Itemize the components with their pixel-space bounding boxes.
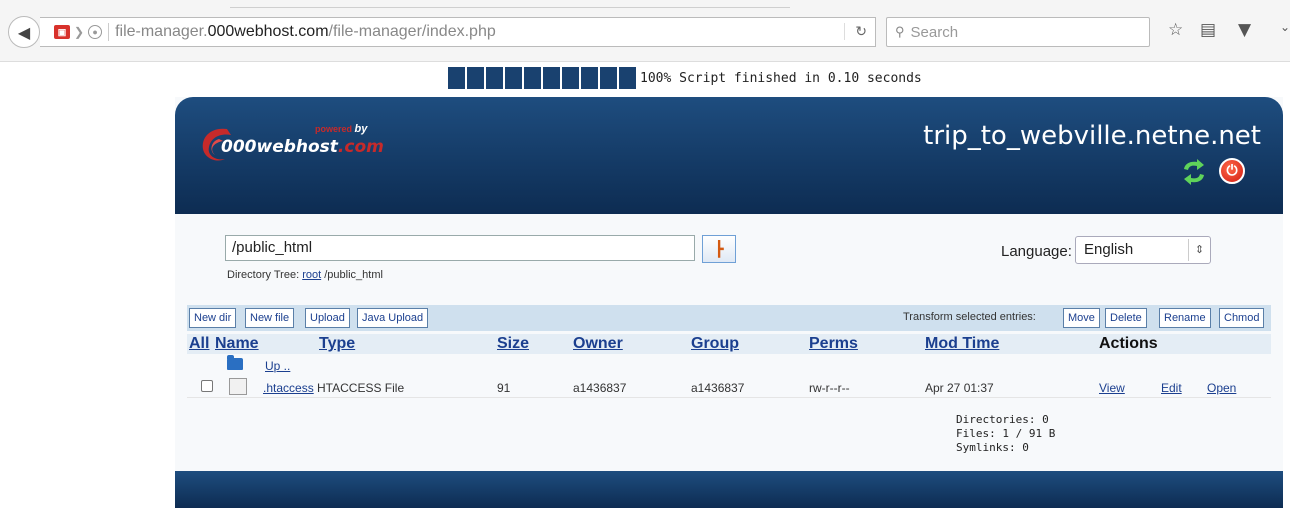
directory-tree-button[interactable]: ┣	[702, 235, 736, 263]
progress-segment	[619, 67, 636, 89]
select-all-link[interactable]: All	[189, 335, 209, 353]
back-button[interactable]: ◀	[8, 16, 40, 48]
edit-link[interactable]: Edit	[1161, 381, 1182, 395]
tree-current-path: /public_html	[324, 269, 383, 281]
chmod-button[interactable]: Chmod	[1219, 308, 1265, 328]
new-file-button[interactable]: New file	[245, 308, 295, 328]
progress-segment	[524, 67, 541, 89]
tree-icon: ┣	[714, 240, 724, 258]
tab-strip	[230, 0, 790, 8]
progress-segment	[467, 67, 484, 89]
directory-tree-label: Directory Tree:	[227, 269, 300, 281]
java-upload-button[interactable]: Java Upload	[357, 308, 429, 328]
path-input[interactable]: /public_html	[225, 235, 695, 261]
language-label: Language:	[1001, 243, 1072, 260]
file-group: a1436837	[691, 381, 745, 395]
sort-size-link[interactable]: Size	[497, 335, 529, 353]
table-header: All Name Type Size Owner Group Perms Mod…	[187, 334, 1271, 354]
url-host: 000webhost.com	[207, 23, 329, 40]
transform-label: Transform selected entries:	[903, 311, 1036, 323]
file-icon	[229, 378, 247, 395]
folder-icon	[227, 355, 243, 370]
panel-header: powered by 000webhost.com trip_to_webvil…	[175, 97, 1283, 214]
search-icon: ⚲	[895, 24, 905, 39]
progress-segment	[486, 67, 503, 89]
url-bar[interactable]: ▣ ❯ ● file-manager. 000webhost.com/file-m…	[40, 17, 876, 47]
parent-directory-row: Up ..	[187, 355, 1271, 374]
progress-segment	[581, 67, 598, 89]
delete-button[interactable]: Delete	[1105, 308, 1147, 328]
action-toolbar: New dir New file Upload Java Upload Tran…	[187, 305, 1271, 331]
url-divider	[108, 23, 110, 41]
sort-group-link[interactable]: Group	[691, 335, 739, 353]
refresh-icon[interactable]	[1179, 157, 1209, 187]
progress-segment	[543, 67, 560, 89]
reload-icon[interactable]: ↻	[844, 23, 867, 40]
site-name: trip_to_webville.netne.net	[923, 121, 1261, 151]
language-select[interactable]: English ⇕	[1075, 236, 1211, 264]
file-manager-panel: powered by 000webhost.com trip_to_webvil…	[175, 97, 1283, 508]
sort-type-link[interactable]: Type	[319, 335, 355, 353]
url-prefix: file-manager.	[115, 23, 208, 40]
file-mod-time: Apr 27 01:37	[925, 381, 994, 395]
sort-mod-time-link[interactable]: Mod Time	[925, 335, 999, 353]
progress-text: 100% Script finished in 0.10 seconds	[640, 70, 922, 86]
progress-bar	[448, 67, 638, 89]
language-selected: English	[1084, 241, 1134, 258]
logo[interactable]: powered by 000webhost.com	[197, 123, 437, 173]
rename-button[interactable]: Rename	[1159, 308, 1211, 328]
progress-indicator: 100% Script finished in 0.10 seconds	[448, 67, 922, 89]
progress-segment	[505, 67, 522, 89]
file-owner: a1436837	[573, 381, 627, 395]
chevron-right-icon: ❯	[74, 25, 85, 39]
site-favicon-icon: ▣	[54, 25, 70, 39]
panel-footer	[175, 471, 1283, 508]
sort-owner-link[interactable]: Owner	[573, 335, 623, 353]
move-button[interactable]: Move	[1063, 308, 1100, 328]
progress-segment	[562, 67, 579, 89]
sort-name-link[interactable]: Name	[215, 335, 259, 353]
progress-segment	[448, 67, 465, 89]
logout-power-icon[interactable]: ⏻	[1219, 158, 1245, 184]
logo-powered-text: powered by	[315, 123, 368, 135]
browser-toolbar: ◀ ▣ ❯ ● file-manager. 000webhost.com/file…	[0, 0, 1290, 62]
view-link[interactable]: View	[1099, 381, 1125, 395]
progress-segment	[600, 67, 617, 89]
actions-column-header: Actions	[1099, 335, 1158, 352]
file-name-link[interactable]: .htaccess	[263, 381, 314, 395]
directory-tree: Directory Tree: root /public_html	[227, 269, 383, 281]
up-directory-link[interactable]: Up ..	[265, 359, 290, 373]
file-perms: rw-r--r--	[809, 381, 850, 395]
sort-perms-link[interactable]: Perms	[809, 335, 858, 353]
summary-directories: Directories: 0	[956, 413, 1049, 426]
summary-files: Files: 1 / 91 B	[956, 427, 1056, 440]
reading-list-icon[interactable]: ▤	[1200, 20, 1216, 40]
pocket-icon[interactable]: ▼	[1238, 20, 1251, 40]
file-type: HTACCESS File	[317, 381, 405, 395]
new-dir-button[interactable]: New dir	[189, 308, 237, 328]
upload-button[interactable]: Upload	[305, 308, 350, 328]
logo-name: 000webhost.com	[221, 137, 384, 157]
tree-root-link[interactable]: root	[302, 269, 321, 281]
row-checkbox[interactable]	[201, 380, 213, 392]
directory-summary: Directories: 0 Files: 1 / 91 B Symlinks:…	[956, 413, 1055, 455]
back-arrow-icon: ◀	[17, 22, 31, 42]
open-link[interactable]: Open	[1207, 381, 1236, 395]
browser-search-input[interactable]: ⚲ Search	[886, 17, 1150, 47]
file-size: 91	[497, 381, 511, 395]
summary-symlinks: Symlinks: 0	[956, 441, 1029, 454]
search-placeholder: Search	[910, 23, 959, 41]
globe-icon: ●	[88, 25, 103, 39]
url-path: /file-manager/index.php	[328, 23, 496, 40]
menu-chevron-icon[interactable]: ⌄	[1280, 20, 1290, 34]
bookmark-star-icon[interactable]: ☆	[1168, 20, 1183, 40]
table-row: .htaccess HTACCESS File 91 a1436837 a143…	[187, 376, 1271, 398]
select-arrows-icon: ⇕	[1188, 239, 1210, 261]
